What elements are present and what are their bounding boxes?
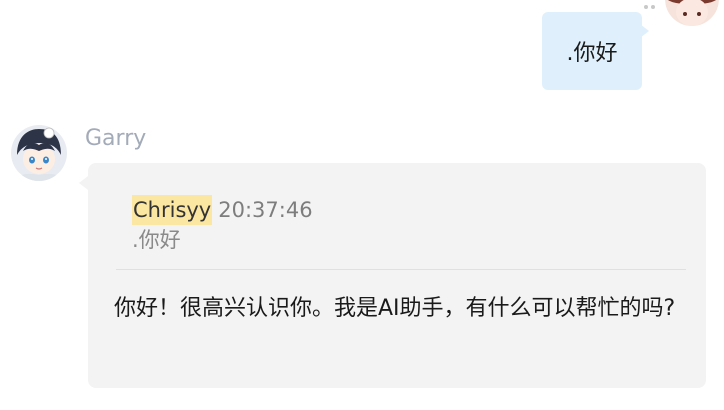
sender-name: Garry xyxy=(85,126,147,151)
outgoing-message-bubble[interactable]: .你好 xyxy=(542,12,642,90)
chat-view: .你好 Garry Chrisyy 20:37:46 .你好 你好！很高兴认识你… xyxy=(0,0,724,410)
more-dots-icon xyxy=(642,0,662,9)
quote-divider xyxy=(116,269,686,270)
quote-author: Chrisyy xyxy=(132,195,213,225)
outgoing-message-text: .你好 xyxy=(566,41,618,66)
incoming-bubble-tail xyxy=(79,176,88,190)
user-avatar[interactable] xyxy=(665,0,719,26)
anime-avatar-icon xyxy=(665,0,719,26)
quoted-message[interactable]: Chrisyy 20:37:46 .你好 xyxy=(132,195,313,255)
incoming-message-bubble[interactable]: Chrisyy 20:37:46 .你好 你好！很高兴认识你。我是AI助手，有什… xyxy=(88,163,706,388)
quote-text: .你好 xyxy=(132,228,181,252)
quote-timestamp: 20:37:46 xyxy=(218,198,313,222)
sender-avatar[interactable] xyxy=(11,125,67,181)
reply-text: 你好！很高兴认识你。我是AI助手，有什么可以帮忙的吗? xyxy=(114,296,676,321)
anime-boy-avatar-icon xyxy=(11,125,67,181)
